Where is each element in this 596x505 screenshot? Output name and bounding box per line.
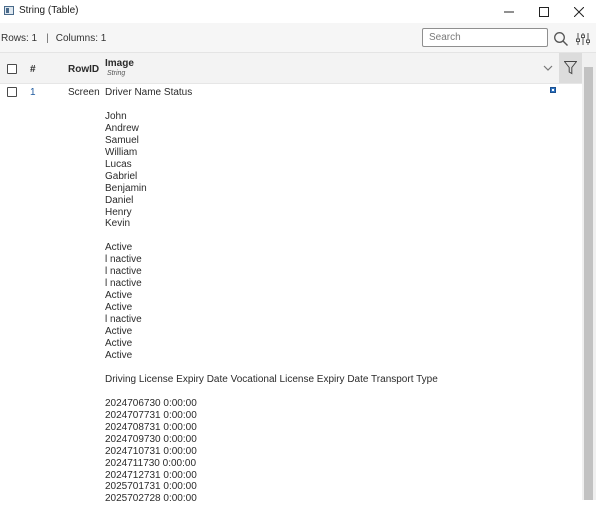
image-text-cell: Driver Name Status John Andrew Samuel Wi… bbox=[105, 87, 438, 505]
window-title: String (Table) bbox=[19, 5, 79, 16]
filter-icon bbox=[564, 61, 577, 75]
maximize-button[interactable] bbox=[527, 0, 561, 23]
minimize-button[interactable] bbox=[492, 0, 526, 23]
select-all-checkbox[interactable] bbox=[7, 64, 17, 74]
search-button[interactable] bbox=[553, 31, 569, 47]
table-stats: Rows: 1 | Columns: 1 bbox=[1, 33, 106, 44]
title-bar: String (Table) bbox=[0, 0, 596, 23]
close-icon bbox=[574, 7, 584, 17]
column-header-rowid[interactable]: RowID bbox=[68, 64, 99, 75]
scrollbar-thumb[interactable] bbox=[584, 67, 593, 500]
columns-count: Columns: 1 bbox=[55, 33, 107, 44]
search-icon bbox=[554, 32, 568, 46]
search-input[interactable] bbox=[422, 28, 548, 47]
row-checkbox[interactable] bbox=[7, 87, 17, 97]
column-header-index[interactable]: # bbox=[30, 64, 36, 75]
column-settings-button[interactable] bbox=[575, 31, 591, 47]
row-id-cell: Screen bbox=[68, 87, 100, 98]
chevron-down-icon[interactable] bbox=[543, 65, 553, 72]
close-button[interactable] bbox=[562, 0, 596, 23]
minimize-icon bbox=[504, 11, 514, 13]
stats-separator: | bbox=[46, 33, 49, 44]
table-app-icon bbox=[4, 6, 14, 15]
column-type-label: String bbox=[107, 70, 126, 77]
sliders-icon bbox=[576, 33, 590, 45]
row-number[interactable]: 1 bbox=[30, 87, 36, 98]
expand-icon[interactable] bbox=[550, 87, 556, 93]
maximize-icon bbox=[539, 7, 549, 17]
rows-count: Rows: 1 bbox=[1, 33, 38, 44]
table-header: # RowID Image String bbox=[0, 53, 582, 84]
filter-button[interactable] bbox=[559, 53, 582, 83]
column-header-image[interactable]: Image bbox=[105, 58, 134, 69]
